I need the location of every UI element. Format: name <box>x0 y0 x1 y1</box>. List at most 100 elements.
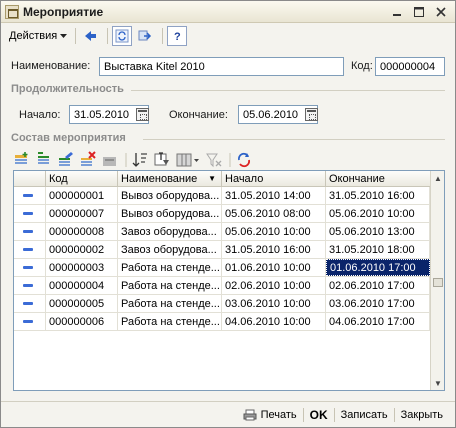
close-label: Закрыть <box>400 408 443 421</box>
cell-name[interactable]: Работа на стенде... <box>118 295 222 312</box>
row-marker-icon <box>23 248 33 251</box>
scroll-down-icon[interactable]: ▼ <box>432 377 444 389</box>
row-marker-icon <box>23 194 33 197</box>
cell-code[interactable]: 000000002 <box>46 241 118 258</box>
cell-name[interactable]: Работа на стенде... <box>118 259 222 276</box>
cell-start[interactable]: 02.06.2010 10:00 <box>222 277 326 294</box>
actions-menu-label: Действия <box>9 30 58 42</box>
row-marker-icon <box>23 212 33 215</box>
cell-code[interactable]: 000000001 <box>46 187 118 204</box>
table-row[interactable]: 000000003 Работа на стенде... 01.06.2010 1… <box>14 259 430 277</box>
sort-filter-icon[interactable] <box>153 151 171 169</box>
cell-name[interactable]: Работа на стенде... <box>118 277 222 294</box>
refresh-table-icon[interactable] <box>235 151 253 169</box>
table-row[interactable]: 000000006 Работа на стенде... 04.06.2010 1… <box>14 313 430 331</box>
name-label: Наименование: <box>11 60 91 72</box>
header-start[interactable]: Начало <box>222 171 326 186</box>
end-edit-icon[interactable] <box>101 151 119 169</box>
cell-end[interactable]: 31.05.2010 16:00 <box>326 187 430 204</box>
end-row: Окончание: <box>169 109 228 121</box>
cell-start[interactable]: 05.06.2010 10:00 <box>222 223 326 240</box>
window-title: Мероприятие <box>23 4 104 19</box>
close-button[interactable]: Закрыть <box>395 406 449 424</box>
cell-end[interactable]: 05.06.2010 13:00 <box>326 223 430 240</box>
table-row[interactable]: 000000002 Завоз оборудова... 31.05.2010 16… <box>14 241 430 259</box>
table-row[interactable]: 000000007 Вывоз оборудова... 05.06.2010 08… <box>14 205 430 223</box>
cell-code[interactable]: 000000004 <box>46 277 118 294</box>
print-button[interactable]: Печать <box>237 406 303 424</box>
bottom-bar: Печать OK Записать Закрыть <box>1 401 455 427</box>
edit-row-icon[interactable] <box>57 151 75 169</box>
row-marker-cell <box>14 259 46 276</box>
toolbar-separator <box>107 28 109 44</box>
cell-start[interactable]: 05.06.2010 08:00 <box>222 205 326 222</box>
delete-row-icon[interactable] <box>79 151 97 169</box>
cell-start[interactable]: 31.05.2010 16:00 <box>222 241 326 258</box>
section-divider <box>131 90 445 91</box>
header-name-label: Наименование <box>121 172 198 185</box>
table-row[interactable]: 000000004 Работа на стенде... 02.06.2010 1… <box>14 277 430 295</box>
cell-start[interactable]: 31.05.2010 14:00 <box>222 187 326 204</box>
cell-start[interactable]: 04.06.2010 10:00 <box>222 313 326 330</box>
title-bar[interactable]: Мероприятие <box>1 1 455 23</box>
add-row-icon[interactable] <box>13 151 31 169</box>
cell-end[interactable]: 03.06.2010 17:00 <box>326 295 430 312</box>
save-label: Записать <box>340 408 388 421</box>
cell-end[interactable]: 01.06.2010 17:00 <box>326 259 430 276</box>
maximize-icon[interactable] <box>411 4 427 20</box>
row-marker-icon <box>23 266 33 269</box>
table-row[interactable]: 000000001 Вывоз оборудова... 31.05.2010 14… <box>14 187 430 205</box>
vertical-scrollbar[interactable]: ▲ ▼ <box>430 171 444 390</box>
cell-code[interactable]: 000000006 <box>46 313 118 330</box>
chevron-down-icon <box>60 33 68 38</box>
cell-name[interactable]: Работа на стенде... <box>118 313 222 330</box>
header-end[interactable]: Окончание <box>326 171 430 186</box>
cell-end[interactable]: 02.06.2010 17:00 <box>326 277 430 294</box>
minimize-icon[interactable] <box>389 4 405 20</box>
code-label: Код: <box>351 60 373 72</box>
cell-code[interactable]: 000000005 <box>46 295 118 312</box>
calendar-icon[interactable] <box>305 108 318 121</box>
scroll-thumb[interactable] <box>433 278 443 287</box>
help-icon[interactable]: ? <box>167 26 188 46</box>
calendar-icon[interactable] <box>136 108 149 121</box>
events-table[interactable]: Код Наименование ▼ Начало Окончание 0000… <box>13 170 445 391</box>
cell-name[interactable]: Завоз оборудова... <box>118 223 222 240</box>
close-icon[interactable] <box>433 4 449 20</box>
cell-end[interactable]: 04.06.2010 17:00 <box>326 313 430 330</box>
back-arrow-icon[interactable] <box>80 26 100 46</box>
row-marker-icon <box>23 284 33 287</box>
refresh-icon[interactable] <box>112 26 133 46</box>
cell-start[interactable]: 03.06.2010 10:00 <box>222 295 326 312</box>
toolbar-separator <box>162 28 164 44</box>
section-divider <box>143 139 445 140</box>
table-row[interactable]: 000000008 Завоз оборудова... 05.06.2010 10… <box>14 223 430 241</box>
cell-code[interactable]: 000000003 <box>46 259 118 276</box>
row-marker-cell <box>14 187 46 204</box>
cell-code[interactable]: 000000007 <box>46 205 118 222</box>
cell-name[interactable]: Вывоз оборудова... <box>118 205 222 222</box>
header-code[interactable]: Код <box>46 171 118 186</box>
save-button[interactable]: Записать <box>335 406 394 424</box>
scroll-up-icon[interactable]: ▲ <box>432 172 444 184</box>
end-label: Окончание: <box>169 109 228 121</box>
header-name[interactable]: Наименование ▼ <box>118 171 222 186</box>
cell-start[interactable]: 01.06.2010 10:00 <box>222 259 326 276</box>
actions-menu[interactable]: Действия <box>5 28 71 44</box>
name-field[interactable]: Выставка Kitel 2010 <box>99 57 344 76</box>
next-arrow-icon[interactable] <box>135 26 155 46</box>
cell-code[interactable]: 000000008 <box>46 223 118 240</box>
columns-dropdown-icon[interactable] <box>175 151 201 169</box>
sort-asc-icon[interactable] <box>131 151 149 169</box>
row-marker-icon <box>23 302 33 305</box>
clear-filter-icon[interactable] <box>205 151 223 169</box>
table-row[interactable]: 000000005 Работа на стенде... 03.06.2010 1… <box>14 295 430 313</box>
add-copy-icon[interactable] <box>35 151 53 169</box>
cell-name[interactable]: Вывоз оборудова... <box>118 187 222 204</box>
cell-name[interactable]: Завоз оборудова... <box>118 241 222 258</box>
cell-end[interactable]: 31.05.2010 18:00 <box>326 241 430 258</box>
code-field[interactable]: 000000004 <box>375 57 445 76</box>
toolbar-separator <box>75 28 77 44</box>
cell-end[interactable]: 05.06.2010 10:00 <box>326 205 430 222</box>
ok-button[interactable]: OK <box>304 405 334 425</box>
